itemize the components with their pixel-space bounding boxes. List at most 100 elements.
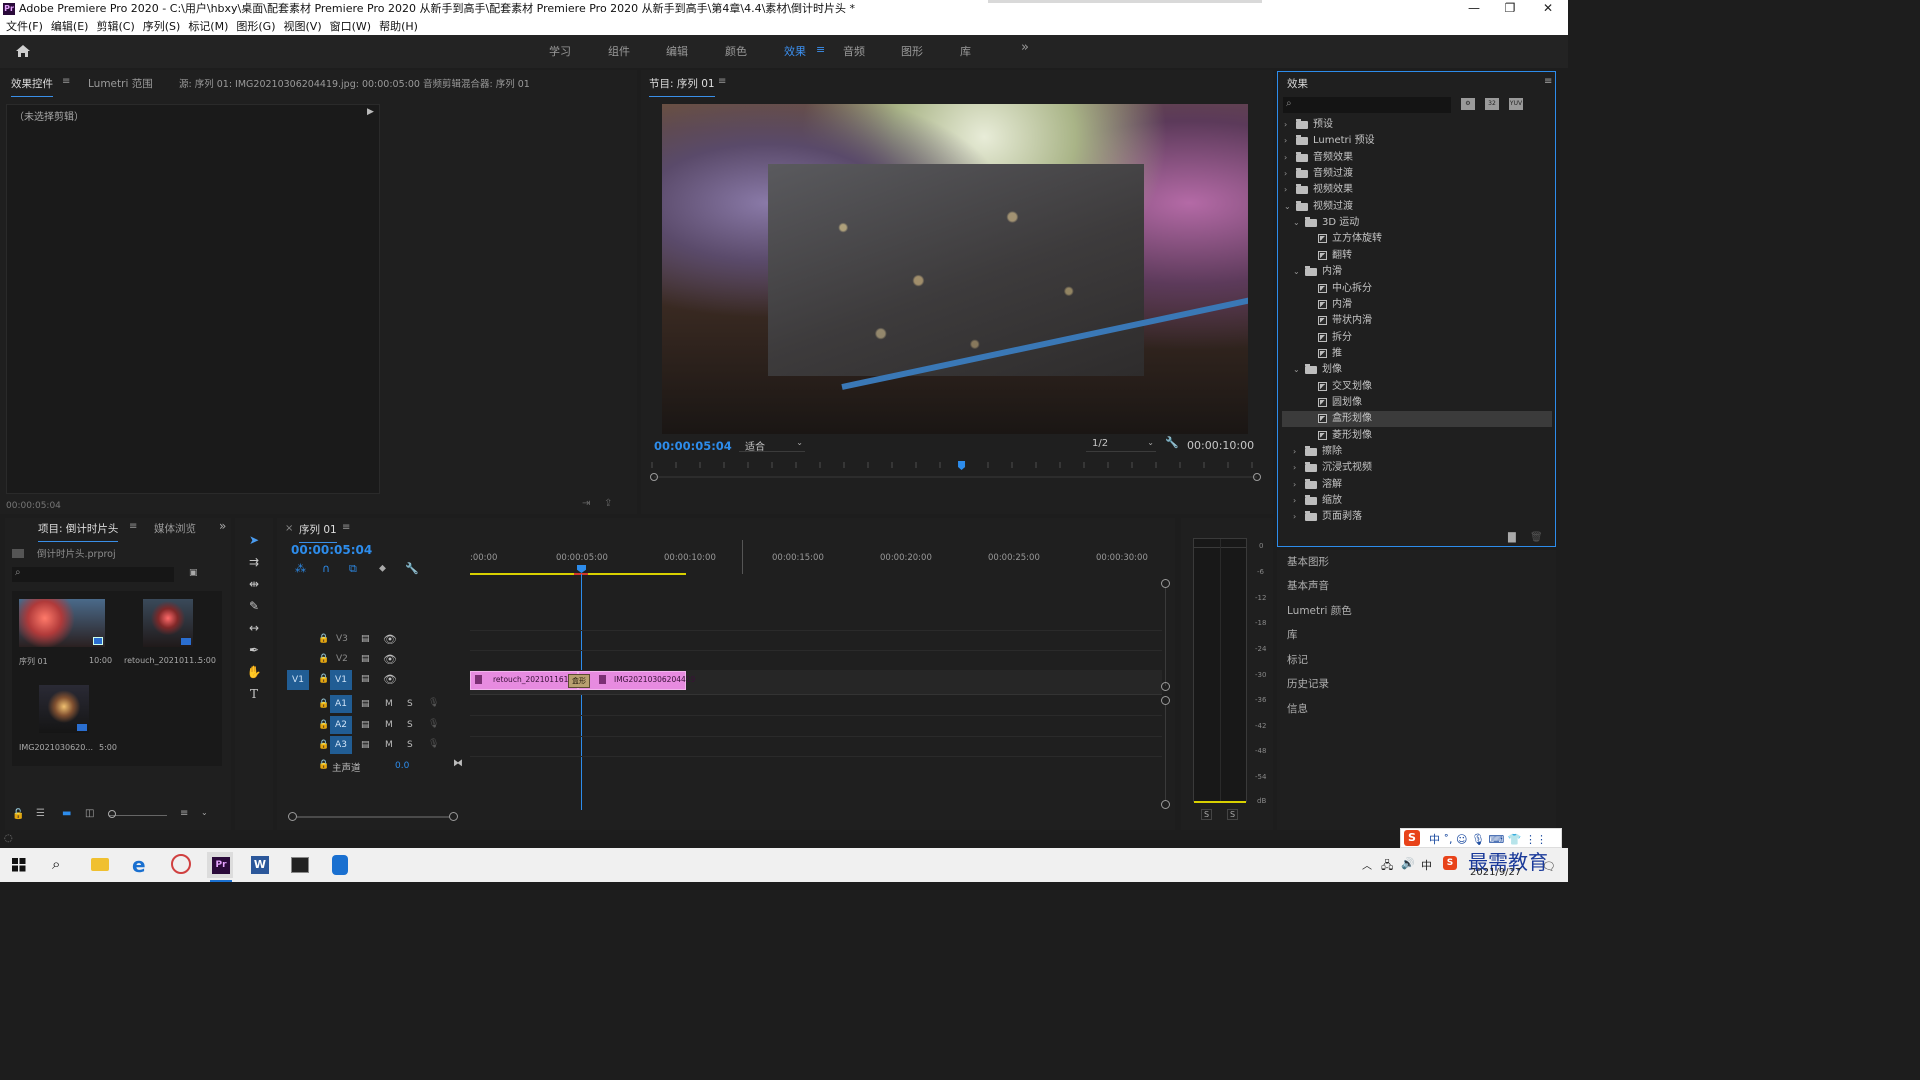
zoom-slider-handle[interactable] (108, 810, 116, 818)
effects-tree-item[interactable]: 菱形划像 (1282, 428, 1552, 444)
lock-icon[interactable]: 🔒 (318, 760, 329, 770)
effects-tree-item[interactable]: › 音频过渡 (1282, 166, 1552, 182)
vscroll-track[interactable] (1165, 705, 1166, 800)
voiceover-mic-icon[interactable]: 🎙 (428, 698, 439, 708)
program-menu-icon[interactable]: ≡ (718, 76, 726, 87)
solo-left-button[interactable]: S (1201, 809, 1213, 820)
track-label-a1[interactable]: A1 (330, 695, 352, 713)
chevron-right-icon[interactable]: › (1293, 477, 1296, 493)
snap-icon[interactable]: ∩ (322, 562, 330, 575)
effects-search-input[interactable]: ⌕ (1283, 97, 1451, 113)
thumb-img[interactable] (39, 685, 89, 733)
icon-view-icon[interactable]: ▬ (62, 808, 71, 819)
chevron-right-icon[interactable]: › (1293, 509, 1296, 525)
new-bin-icon[interactable]: ▇ (1508, 532, 1516, 543)
panel-menu-icon[interactable]: ≡ (62, 76, 70, 87)
freeform-view-icon[interactable]: ◫ (85, 808, 94, 819)
premiere-taskbar-icon[interactable]: Pr (212, 857, 230, 874)
ime-toolbar[interactable]: S 中 ˚, ☺ 🎙 ⌨ 👕 ⋮⋮ (1400, 828, 1562, 848)
pen-tool-icon[interactable]: ✒ (246, 642, 262, 658)
effects-tree-item[interactable]: 立方体旋转 (1282, 231, 1552, 247)
master-volume-value[interactable]: 0.0 (395, 761, 409, 771)
chevron-right-icon[interactable]: › (1284, 117, 1287, 133)
effects-tree-item[interactable]: ⌄ 视频过渡 (1282, 199, 1552, 215)
menu-view[interactable]: 视图(V) (284, 18, 322, 35)
notification-icon[interactable]: 🗨 (1542, 860, 1556, 873)
panel-essential-graphics[interactable]: 基本图形 (1287, 554, 1329, 569)
find-icon[interactable]: ▣ (189, 568, 198, 578)
fit-dropdown[interactable]: 适合 ⌄ (739, 436, 805, 453)
effects-tree-item[interactable]: 盒形划像 (1282, 411, 1552, 428)
chevron-down-icon[interactable]: ⌄ (1293, 362, 1300, 378)
32bit-effects-icon[interactable]: 32 (1485, 98, 1499, 110)
effects-tree-item[interactable]: ⌄ 内滑 (1282, 264, 1552, 280)
slip-tool-icon[interactable]: ↔ (246, 620, 262, 636)
panel-lumetri-color[interactable]: Lumetri 颜色 (1287, 603, 1352, 618)
minimize-button[interactable]: — (1456, 0, 1492, 18)
workspace-editing[interactable]: 编辑 (666, 43, 688, 59)
chevron-down-icon[interactable]: ⌄ (1293, 215, 1300, 231)
chevron-right-icon[interactable]: › (1293, 444, 1296, 460)
voiceover-mic-icon[interactable]: 🎙 (428, 739, 439, 749)
effects-tree-item[interactable]: 拆分 (1282, 330, 1552, 346)
lock-icon[interactable]: 🔓 (12, 809, 24, 820)
ripple-edit-tool-icon[interactable]: ⇹ (246, 576, 262, 592)
workspace-effects-menu-icon[interactable]: ≡ (816, 43, 825, 56)
chevron-right-icon[interactable]: › (1284, 166, 1287, 182)
hand-tool-icon[interactable]: ✋ (246, 664, 262, 680)
more-panels-icon[interactable]: » (219, 519, 226, 533)
share-icon[interactable]: ⇪ (604, 498, 612, 509)
effects-tree-item[interactable]: › 沉浸式视频 (1282, 460, 1552, 476)
effects-tree-item[interactable]: › 擦除 (1282, 444, 1552, 460)
panel-libraries[interactable]: 库 (1287, 627, 1298, 642)
effects-tree-item[interactable]: › Lumetri 预设 (1282, 133, 1552, 149)
add-marker-icon[interactable]: ⬥ (379, 563, 386, 574)
selection-tool-icon[interactable]: ➤ (246, 532, 262, 548)
sync-lock-icon[interactable]: ▤ (361, 654, 370, 664)
chevron-right-icon[interactable]: › (1284, 133, 1287, 149)
effects-tree-item[interactable]: › 溶解 (1282, 477, 1552, 493)
eye-icon[interactable]: 👁 (383, 633, 397, 646)
tab-audio-clip-mixer[interactable]: 音频剪辑混合器: 序列 01 (423, 76, 530, 90)
workspace-more-icon[interactable]: » (1021, 40, 1029, 55)
effects-tree-item[interactable]: › 预设 (1282, 117, 1552, 133)
linked-selection-icon[interactable]: ⧉ (349, 562, 357, 576)
lock-icon[interactable]: 🔒 (318, 699, 329, 709)
menu-edit[interactable]: 编辑(E) (51, 18, 89, 35)
lock-icon[interactable]: 🔒 (318, 674, 329, 684)
edge-browser-icon[interactable]: e (132, 853, 146, 877)
eye-icon[interactable]: 👁 (383, 653, 397, 666)
mute-button[interactable]: M (385, 740, 393, 750)
sort-dropdown-icon[interactable]: ⌄ (201, 808, 208, 817)
vscroll-track[interactable] (1165, 588, 1166, 686)
sogou-tray-icon[interactable]: S (1443, 856, 1457, 870)
track-label-a2[interactable]: A2 (330, 716, 352, 734)
menu-sequence[interactable]: 序列(S) (143, 18, 181, 35)
app-icon[interactable] (332, 855, 348, 875)
menu-file[interactable]: 文件(F) (6, 18, 43, 35)
menu-help[interactable]: 帮助(H) (379, 18, 418, 35)
program-monitor-title[interactable]: 节目: 序列 01 (649, 76, 715, 97)
nest-icon[interactable]: ⁂ (295, 562, 306, 575)
expand-arrow-icon[interactable]: ▶ (367, 107, 374, 117)
sync-lock-icon[interactable]: ▤ (361, 634, 370, 644)
close-button[interactable]: ✕ (1530, 0, 1566, 18)
export-frame-icon[interactable]: ⇥ (582, 498, 590, 509)
mute-button[interactable]: M (385, 699, 393, 709)
solo-button[interactable]: S (407, 740, 413, 750)
menu-clip[interactable]: 剪辑(C) (96, 18, 134, 35)
effects-tree-item[interactable]: 交叉划像 (1282, 379, 1552, 395)
clip-retouch[interactable]: retouch_2021011613 (470, 671, 578, 690)
chevron-right-icon[interactable]: › (1284, 182, 1287, 198)
workspace-audio[interactable]: 音频 (843, 43, 865, 59)
network-icon[interactable]: 🖧 (1381, 857, 1393, 876)
tab-media-browser[interactable]: 媒体浏览 (154, 521, 196, 536)
solo-button[interactable]: S (407, 720, 413, 730)
zoom-slider[interactable] (109, 815, 167, 816)
mute-button[interactable]: M (385, 720, 393, 730)
timeline-playhead-handle[interactable] (577, 565, 586, 573)
timeline-timecode[interactable]: 00:00:05:04 (291, 543, 372, 557)
vscroll-handle[interactable] (1161, 800, 1170, 809)
voiceover-mic-icon[interactable]: 🎙 (428, 719, 439, 729)
lock-icon[interactable]: 🔒 (318, 634, 329, 644)
